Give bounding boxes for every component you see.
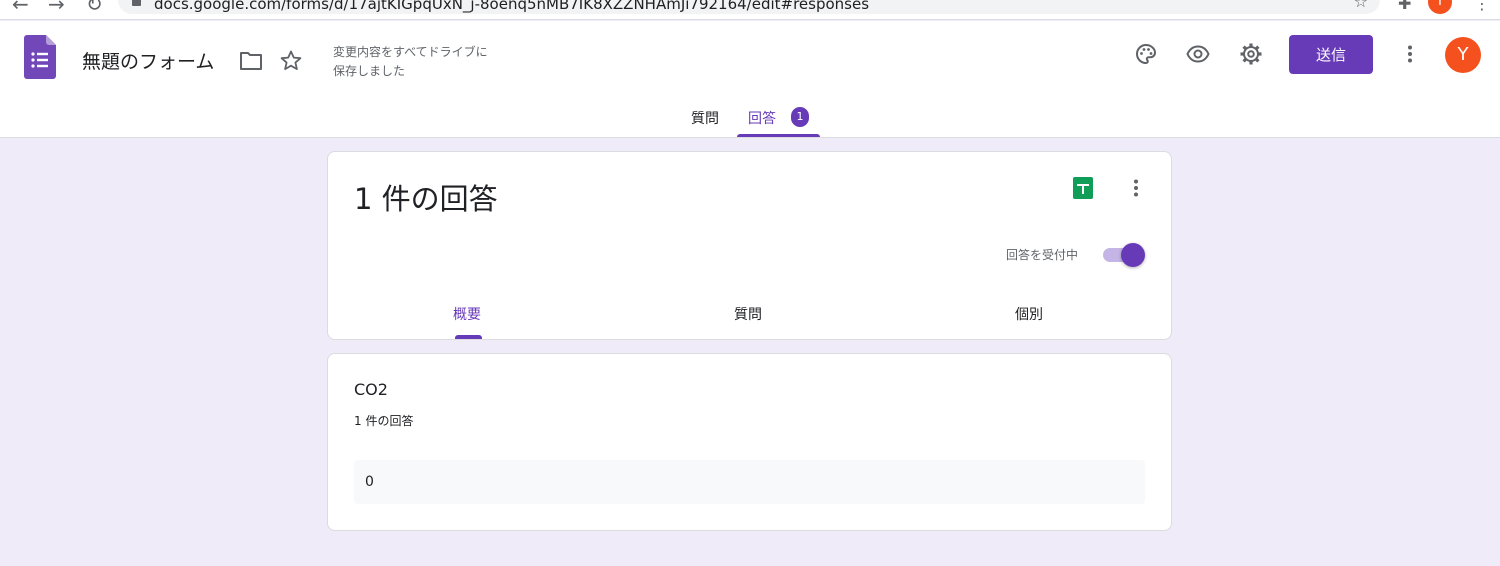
browser-toolbar: ← → ↻ docs.google.com/forms/d/17ajtKIGpq… (0, 0, 1500, 20)
tab-individual[interactable]: 個別 (1015, 304, 1043, 324)
send-button[interactable]: 送信 (1289, 35, 1373, 74)
active-tab-indicator (737, 134, 820, 137)
forms-logo-icon[interactable] (24, 35, 56, 79)
tab-responses[interactable]: 回答 (748, 108, 776, 128)
bookmark-star-icon[interactable]: ☆ (1354, 0, 1368, 11)
more-vert-icon[interactable] (1398, 42, 1422, 66)
reload-icon[interactable]: ↻ (86, 0, 103, 16)
account-avatar[interactable]: Y (1445, 37, 1481, 73)
back-arrow-icon[interactable]: ← (12, 0, 29, 16)
question-response-card: CO2 1 件の回答 0 (327, 353, 1172, 531)
address-bar[interactable]: docs.google.com/forms/d/17ajtKIGpqUxN_j-… (118, 0, 1380, 14)
responses-summary-card: 1 件の回答 回答を受付中 概要 質問 個別 (327, 151, 1172, 340)
forward-arrow-icon[interactable]: → (48, 0, 65, 16)
lock-icon (132, 0, 141, 6)
response-count-title: 1 件の回答 (354, 182, 498, 216)
accepting-responses-label: 回答を受付中 (1006, 248, 1079, 262)
star-icon[interactable] (279, 49, 303, 73)
app-header: 無題のフォーム 変更内容をすべてドライブに 保存しました 送信 Y 質問 回答 … (0, 21, 1500, 138)
sheets-icon[interactable] (1073, 177, 1093, 199)
answer-text: 0 (365, 474, 374, 490)
answer-item: 0 (354, 460, 1145, 504)
card-more-vert-icon[interactable] (1124, 176, 1148, 200)
preview-eye-icon[interactable] (1186, 42, 1210, 66)
save-status-line1: 変更内容をすべてドライブに (333, 45, 488, 59)
form-title[interactable]: 無題のフォーム (82, 47, 214, 74)
extensions-icon[interactable]: ✚ (1398, 0, 1411, 13)
folder-icon[interactable] (239, 51, 263, 71)
browser-menu-icon[interactable]: ⋮ (1474, 0, 1490, 13)
responses-count-badge: 1 (791, 107, 809, 127)
browser-profile-avatar[interactable]: Y (1428, 0, 1452, 14)
palette-icon[interactable] (1134, 42, 1158, 66)
tab-summary[interactable]: 概要 (453, 304, 481, 324)
url-text: docs.google.com/forms/d/17ajtKIGpqUxN_j-… (154, 0, 870, 13)
save-status-line2: 保存しました (333, 64, 406, 78)
question-title: CO2 (354, 380, 388, 399)
tab-questions[interactable]: 質問 (691, 108, 719, 128)
tab-question[interactable]: 質問 (734, 304, 762, 324)
settings-gear-icon[interactable] (1239, 42, 1263, 66)
toggle-knob[interactable] (1121, 243, 1145, 267)
active-subtab-indicator (455, 335, 482, 339)
question-response-count: 1 件の回答 (354, 414, 414, 428)
